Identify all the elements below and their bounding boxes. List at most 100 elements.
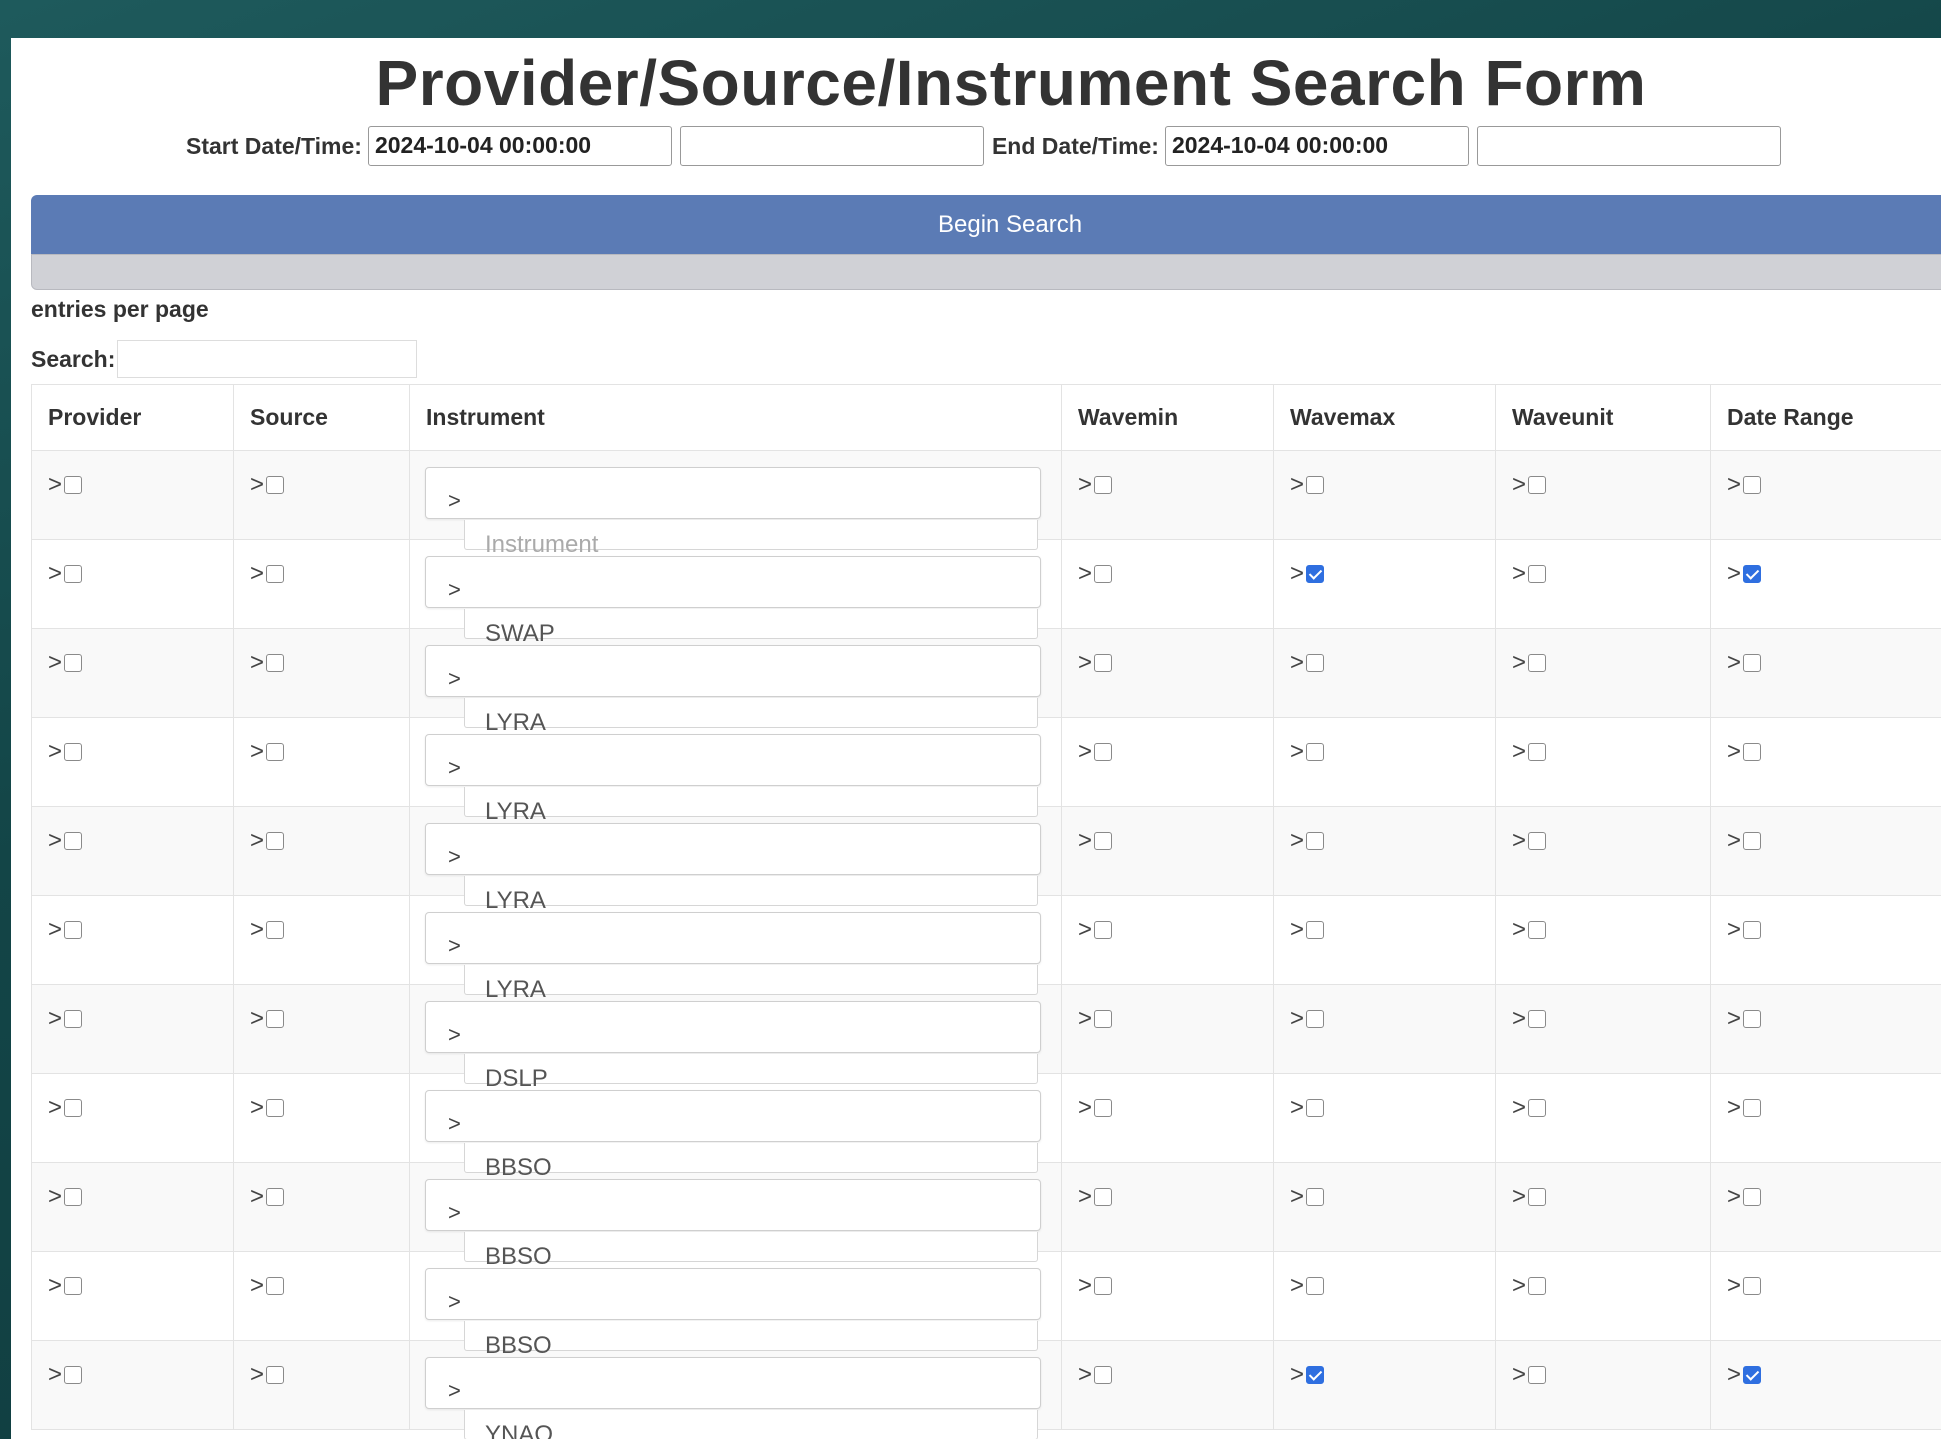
wavemax-checkbox[interactable] <box>1306 1099 1325 1117</box>
expand-arrow-icon[interactable]: > <box>1078 1183 1092 1211</box>
expand-arrow-icon[interactable]: > <box>1078 649 1092 677</box>
end-time-input[interactable] <box>1476 126 1781 166</box>
wavemin-checkbox[interactable] <box>1094 1366 1113 1384</box>
expand-arrow-icon[interactable]: > <box>1727 738 1741 766</box>
provider-checkbox[interactable] <box>64 921 83 939</box>
expand-arrow-icon[interactable]: > <box>1290 827 1304 855</box>
expand-arrow-icon[interactable]: > <box>1512 1272 1526 1300</box>
expand-arrow-icon[interactable]: > <box>1078 1272 1092 1300</box>
expand-arrow-icon[interactable]: > <box>1727 1272 1741 1300</box>
daterange-checkbox[interactable] <box>1743 832 1762 850</box>
column-header-waveunit[interactable]: Waveunit <box>1495 384 1711 451</box>
daterange-checkbox[interactable] <box>1743 654 1762 672</box>
expand-arrow-icon[interactable]: > <box>1290 1272 1304 1300</box>
expand-arrow-icon[interactable]: > <box>48 649 62 677</box>
search-input[interactable] <box>117 340 418 378</box>
expand-arrow-icon[interactable]: > <box>1290 1094 1304 1122</box>
instrument-select[interactable]: > LYRA <box>425 645 1041 736</box>
expand-arrow-icon[interactable]: > <box>1290 649 1304 677</box>
expand-arrow-icon[interactable]: > <box>1512 1361 1526 1389</box>
expand-arrow-icon[interactable]: > <box>48 1272 62 1300</box>
expand-arrow-icon[interactable]: > <box>1727 916 1741 944</box>
provider-checkbox[interactable] <box>64 654 83 672</box>
expand-arrow-icon[interactable]: > <box>250 1094 264 1122</box>
instrument-option[interactable]: SWAP <box>464 609 1038 647</box>
provider-checkbox[interactable] <box>64 1188 83 1206</box>
expand-arrow-icon[interactable]: > <box>48 827 62 855</box>
expand-arrow-icon[interactable]: > <box>1078 560 1092 588</box>
expand-arrow-icon[interactable]: > <box>250 738 264 766</box>
expand-arrow-icon[interactable]: > <box>1512 1094 1526 1122</box>
wavemax-checkbox[interactable] <box>1306 921 1325 939</box>
daterange-checkbox[interactable] <box>1743 565 1762 583</box>
expand-arrow-icon[interactable]: > <box>1290 560 1304 588</box>
wavemin-checkbox[interactable] <box>1094 921 1113 939</box>
provider-checkbox[interactable] <box>64 1099 83 1117</box>
daterange-checkbox[interactable] <box>1743 1188 1762 1206</box>
expand-arrow-icon[interactable]: > <box>1512 1005 1526 1033</box>
daterange-checkbox[interactable] <box>1743 1010 1762 1028</box>
waveunit-checkbox[interactable] <box>1528 476 1547 494</box>
expand-arrow-icon[interactable]: > <box>48 738 62 766</box>
expand-arrow-icon[interactable]: > <box>48 916 62 944</box>
waveunit-checkbox[interactable] <box>1528 565 1547 583</box>
source-checkbox[interactable] <box>266 1099 285 1117</box>
source-checkbox[interactable] <box>266 832 285 850</box>
waveunit-checkbox[interactable] <box>1528 743 1547 761</box>
instrument-select[interactable]: > BBSO <box>425 1179 1041 1270</box>
wavemax-checkbox[interactable] <box>1306 1366 1325 1384</box>
daterange-checkbox[interactable] <box>1743 743 1762 761</box>
expand-arrow-icon[interactable]: > <box>1078 1361 1092 1389</box>
instrument-option[interactable]: DSLP <box>464 1054 1038 1092</box>
expand-arrow-icon[interactable]: > <box>1512 916 1526 944</box>
expand-arrow-icon[interactable]: > <box>1290 916 1304 944</box>
start-date-input[interactable]: 2024-10-04 00:00:00 <box>367 126 672 166</box>
provider-checkbox[interactable] <box>64 1010 83 1028</box>
expand-arrow-icon[interactable]: > <box>1290 471 1304 499</box>
waveunit-checkbox[interactable] <box>1528 921 1547 939</box>
instrument-select[interactable]: > DSLP <box>425 1001 1041 1092</box>
instrument-option[interactable]: LYRA <box>464 965 1038 1003</box>
expand-arrow-icon[interactable]: > <box>48 471 62 499</box>
expand-arrow-icon[interactable]: > <box>1727 560 1741 588</box>
instrument-select[interactable]: > Instrument <box>425 467 1041 558</box>
instrument-option[interactable]: LYRA <box>464 787 1038 825</box>
expand-arrow-icon[interactable]: > <box>250 560 264 588</box>
expand-arrow-icon[interactable]: > <box>48 560 62 588</box>
instrument-select[interactable]: > LYRA <box>425 823 1041 914</box>
wavemax-checkbox[interactable] <box>1306 476 1325 494</box>
column-header-source[interactable]: Source <box>233 384 410 451</box>
expand-arrow-icon[interactable]: > <box>250 916 264 944</box>
column-header-provider[interactable]: Provider <box>31 384 234 451</box>
expand-arrow-icon[interactable]: > <box>48 1183 62 1211</box>
instrument-option[interactable]: LYRA <box>464 698 1038 736</box>
expand-arrow-icon[interactable]: > <box>1078 1094 1092 1122</box>
wavemin-checkbox[interactable] <box>1094 1277 1113 1295</box>
provider-checkbox[interactable] <box>64 1277 83 1295</box>
provider-checkbox[interactable] <box>64 1366 83 1384</box>
source-checkbox[interactable] <box>266 476 285 494</box>
wavemax-checkbox[interactable] <box>1306 1188 1325 1206</box>
wavemax-checkbox[interactable] <box>1306 565 1325 583</box>
wavemin-checkbox[interactable] <box>1094 743 1113 761</box>
wavemax-checkbox[interactable] <box>1306 1010 1325 1028</box>
expand-arrow-icon[interactable]: > <box>1290 1005 1304 1033</box>
wavemin-checkbox[interactable] <box>1094 654 1113 672</box>
expand-arrow-icon[interactable]: > <box>250 471 264 499</box>
expand-arrow-icon[interactable]: > <box>1078 827 1092 855</box>
source-checkbox[interactable] <box>266 1010 285 1028</box>
wavemax-checkbox[interactable] <box>1306 743 1325 761</box>
expand-arrow-icon[interactable]: > <box>1727 471 1741 499</box>
column-header-wavemax[interactable]: Wavemax <box>1273 384 1496 451</box>
expand-arrow-icon[interactable]: > <box>1727 1094 1741 1122</box>
provider-checkbox[interactable] <box>64 743 83 761</box>
expand-arrow-icon[interactable]: > <box>1290 1361 1304 1389</box>
wavemin-checkbox[interactable] <box>1094 1188 1113 1206</box>
expand-arrow-icon[interactable]: > <box>1512 560 1526 588</box>
source-checkbox[interactable] <box>266 1188 285 1206</box>
instrument-select[interactable]: > SWAP <box>425 556 1041 647</box>
expand-arrow-icon[interactable]: > <box>250 1005 264 1033</box>
expand-arrow-icon[interactable]: > <box>1512 827 1526 855</box>
wavemin-checkbox[interactable] <box>1094 1010 1113 1028</box>
expand-arrow-icon[interactable]: > <box>1290 1183 1304 1211</box>
